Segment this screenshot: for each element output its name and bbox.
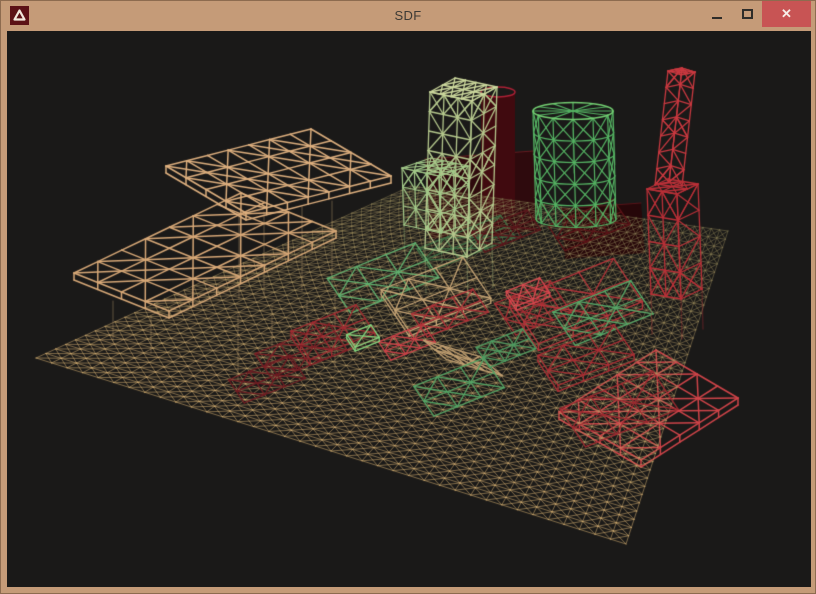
close-icon: ✕ bbox=[781, 6, 792, 22]
minimize-icon bbox=[712, 17, 722, 19]
titlebar[interactable]: SDF ✕ bbox=[1, 1, 815, 31]
app-window: SDF ✕ bbox=[0, 0, 816, 594]
maximize-icon bbox=[742, 9, 753, 19]
client-area bbox=[7, 31, 809, 585]
3d-viewport[interactable] bbox=[7, 31, 811, 587]
window-controls: ✕ bbox=[702, 1, 811, 27]
window-title: SDF bbox=[1, 1, 815, 30]
maximize-button[interactable] bbox=[732, 1, 762, 27]
close-button[interactable]: ✕ bbox=[762, 1, 811, 27]
minimize-button[interactable] bbox=[702, 1, 732, 27]
